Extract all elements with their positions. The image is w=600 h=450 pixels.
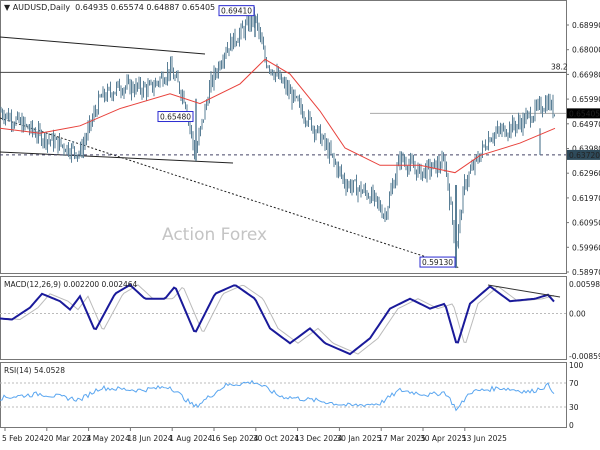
rsi-tick-label: 30: [569, 403, 579, 412]
ohlc-readout: 0.64935 0.65574 0.64887 0.65405: [75, 3, 216, 12]
symbol-label: AUDUSD,Daily: [12, 3, 71, 12]
watermark: Action Forex: [162, 225, 268, 245]
date-tick-label: 5 Feb 2024: [2, 434, 44, 443]
price-tick-label: 0.68990: [572, 21, 600, 30]
macd-title: MACD(12,26,9) 0.002200 0.002464: [4, 280, 138, 289]
macd-trendline: [487, 284, 561, 298]
price-box-label: 0.59130: [422, 258, 453, 267]
price-tick-label: 0.60950: [572, 219, 600, 228]
rsi-tick-label: 0: [569, 421, 574, 430]
date-tick-label: 18 Jun 2024: [127, 434, 172, 443]
chart-title: ▼ AUDUSD,Daily 0.64935 0.65574 0.64887 0…: [4, 3, 216, 12]
current-price-tag-label: 0.65405: [569, 109, 600, 118]
price-tick-label: 0.59960: [572, 243, 600, 252]
date-tick-label: 30 Oct 2024: [253, 434, 300, 443]
fib-38-label: 38.2: [551, 62, 568, 71]
price-tick-label: 0.64970: [572, 120, 600, 129]
rsi-line: [0, 379, 555, 412]
price-box-label: 0.69410: [221, 7, 252, 16]
date-tick-label: 20 Mar 2024: [44, 434, 92, 443]
chart-canvas[interactable]: 0.689900.680000.669800.659900.649700.639…: [0, 0, 600, 450]
rsi-tick-label: 100: [569, 361, 584, 370]
support-line-0.6548: [0, 151, 234, 164]
price-tick-label: 0.58970: [572, 268, 600, 277]
macd-tick-label: 0.005981: [569, 280, 600, 289]
price-tick-label: 0.61970: [572, 194, 600, 203]
price-tick-label: 0.68000: [572, 46, 600, 55]
support-price-tag-label: 0.63720: [569, 151, 600, 160]
date-tick-label: 30 Apr 2025: [420, 434, 467, 443]
macd-line: [0, 283, 555, 356]
macd-tick-label: -0.00859: [569, 352, 600, 361]
price-tick-label: 0.65990: [572, 95, 600, 104]
date-tick-label: 16 Sep 2024: [211, 434, 259, 443]
price-box-label: 0.65480: [160, 113, 191, 122]
price-tick-label: 0.62960: [572, 169, 600, 178]
date-tick-label: 13 Jun 2025: [462, 434, 507, 443]
date-tick-label: 30 Jan 2025: [336, 434, 381, 443]
date-tick-label: 3 May 2024: [86, 434, 130, 443]
trendline-upper: [0, 36, 206, 55]
macd-tick-label: 0.00: [569, 310, 586, 319]
price-tick-label: 0.66980: [572, 70, 600, 79]
date-tick-label: 17 Mar 2025: [378, 434, 426, 443]
rsi-tick-label: 70: [569, 379, 579, 388]
date-tick-label: 1 Aug 2024: [169, 434, 212, 443]
rsi-title: RSI(14) 54.0528: [4, 366, 65, 375]
macd-signal-line: [0, 284, 555, 355]
